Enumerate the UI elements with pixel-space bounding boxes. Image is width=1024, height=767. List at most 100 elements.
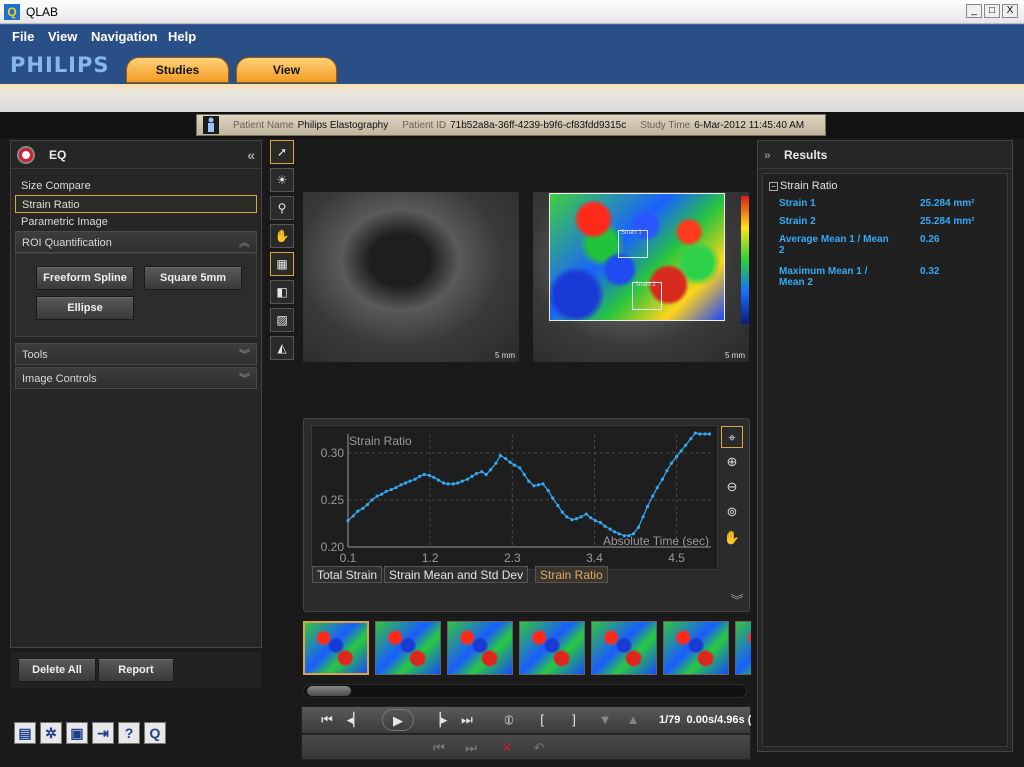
save-icon[interactable]: ▣: [66, 722, 88, 744]
thumbnail[interactable]: [375, 621, 441, 675]
close-button[interactable]: X: [1002, 4, 1018, 18]
person-icon: [203, 116, 219, 134]
data-point: [622, 534, 626, 538]
data-point: [403, 481, 408, 485]
data-point: [679, 449, 683, 453]
maximize-button[interactable]: □: [984, 4, 1000, 18]
data-point: [584, 512, 588, 516]
minimize-button[interactable]: _: [966, 4, 982, 18]
x-tick-label: 3.4: [586, 551, 603, 565]
square-5mm-button[interactable]: Square 5mm: [144, 266, 242, 290]
data-point: [631, 532, 635, 536]
thumbnail[interactable]: [519, 621, 585, 675]
invert-tool-icon[interactable]: ▨: [270, 308, 294, 332]
data-point: [351, 514, 355, 518]
results-group[interactable]: − Strain Ratio: [769, 180, 837, 192]
freeform-spline-button[interactable]: Freeform Spline: [36, 266, 134, 290]
crosshair-icon[interactable]: ⌖: [721, 426, 743, 448]
mark-in-icon[interactable]: [: [534, 707, 550, 733]
expand-results-icon[interactable]: »: [764, 141, 771, 169]
colormap-tool-icon[interactable]: ◧: [270, 280, 294, 304]
next-marker-icon[interactable]: ⏭: [460, 735, 482, 761]
data-point: [574, 517, 579, 521]
chevron-up-icon: ︽: [239, 237, 250, 249]
zoom-reset-icon[interactable]: ⊚: [721, 501, 743, 523]
tab-total-strain[interactable]: Total Strain: [312, 566, 383, 583]
thumbnail[interactable]: [735, 621, 751, 675]
menu-navigation[interactable]: Navigation: [91, 29, 157, 44]
step-back-icon[interactable]: ◂▏: [344, 707, 366, 733]
zoom-in-icon[interactable]: ⊕: [721, 451, 743, 473]
ellipse-button[interactable]: Ellipse: [36, 296, 134, 320]
data-point: [356, 509, 360, 513]
tab-studies[interactable]: Studies: [126, 57, 229, 83]
qlab-icon[interactable]: Q: [144, 722, 166, 744]
strain-ratio-chart[interactable]: 0.20 0.25 0.30 0.1 1.2 2.3 3.4 4.5 Strain Ratio A…: [311, 425, 718, 570]
section-image-controls[interactable]: Image Controls ︾: [15, 367, 257, 389]
data-point: [484, 472, 488, 477]
flip-tool-icon[interactable]: ◭: [270, 336, 294, 360]
tab-strain-ratio[interactable]: Strain Ratio: [535, 566, 608, 583]
data-point: [422, 472, 426, 477]
report-button[interactable]: Report: [98, 658, 174, 682]
menu-file[interactable]: File: [12, 29, 34, 44]
data-point: [556, 503, 560, 508]
thumbnail[interactable]: [591, 621, 657, 675]
list-item-strain-ratio[interactable]: Strain Ratio: [15, 195, 257, 213]
gears-icon[interactable]: ✲: [40, 722, 62, 744]
section-roi-quantification[interactable]: ROI Quantification ︽: [15, 231, 257, 253]
collapse-left-icon[interactable]: «: [247, 147, 255, 163]
down-arrow-icon[interactable]: ▼: [596, 707, 614, 733]
thumbnail-scrollbar[interactable]: [303, 684, 747, 698]
play-icon[interactable]: ▶: [382, 709, 414, 731]
bmode-image[interactable]: 5 mm: [303, 192, 519, 362]
delete-marker-icon[interactable]: ✕: [496, 735, 518, 761]
list-item-parametric-image[interactable]: Parametric Image: [15, 213, 257, 231]
tab-view[interactable]: View: [236, 57, 337, 83]
list-item-size-compare[interactable]: Size Compare: [15, 177, 257, 195]
prev-marker-icon[interactable]: ⏮: [428, 735, 450, 761]
patient-info-bar: Patient Name Philips Elastography Patien…: [196, 114, 826, 136]
data-point: [551, 496, 555, 500]
mark-out-icon[interactable]: ]: [566, 707, 582, 733]
first-frame-icon[interactable]: ⏮: [316, 707, 338, 733]
data-point: [451, 482, 455, 486]
result-value: 0.32: [920, 266, 940, 277]
data-point: [707, 432, 712, 436]
delete-all-button[interactable]: Delete All: [18, 658, 96, 682]
result-label: Strain 2: [779, 216, 816, 227]
menu-view[interactable]: View: [48, 29, 77, 44]
menu-help[interactable]: Help: [168, 29, 196, 44]
layout-tool-icon[interactable]: ▦: [270, 252, 294, 276]
film-icon[interactable]: ▤: [14, 722, 36, 744]
bottom-toolbar: ▤ ✲ ▣ ⇥ ? Q: [14, 722, 166, 744]
up-arrow-icon[interactable]: ▲: [624, 707, 642, 733]
thumbnail[interactable]: [663, 621, 729, 675]
data-point: [689, 437, 693, 441]
help-icon[interactable]: ?: [118, 722, 140, 744]
collapse-group-icon[interactable]: −: [769, 182, 778, 191]
pan-tool-icon[interactable]: ✋: [270, 224, 294, 248]
x-tick-label: 1.2: [422, 551, 439, 565]
scrollbar-thumb[interactable]: [307, 686, 351, 696]
thumbnail[interactable]: [447, 621, 513, 675]
roi-strain-2[interactable]: Strain 2: [632, 282, 662, 310]
data-point: [641, 515, 645, 519]
zoom-out-icon[interactable]: ⊖: [721, 476, 743, 498]
undo-icon[interactable]: ↶: [528, 735, 550, 761]
tab-strain-mean-std[interactable]: Strain Mean and Std Dev: [384, 566, 529, 583]
roi-strain-1[interactable]: Strain 1: [618, 230, 648, 258]
thumbnail[interactable]: [303, 621, 369, 675]
elastography-overlay[interactable]: Strain 1 Strain 2: [549, 193, 725, 321]
split-icon[interactable]: ⦶: [498, 707, 520, 733]
chevron-down-icon[interactable]: ︾: [726, 590, 748, 612]
pointer-tool-icon[interactable]: ➚: [270, 140, 294, 164]
step-forward-icon[interactable]: ▕▸: [428, 707, 450, 733]
magnify-tool-icon[interactable]: ⚲: [270, 196, 294, 220]
patient-name: Philips Elastography: [297, 119, 389, 131]
brightness-tool-icon[interactable]: ☀: [270, 168, 294, 192]
exit-icon[interactable]: ⇥: [92, 722, 114, 744]
pan-hand-icon[interactable]: ✋: [721, 527, 743, 549]
last-frame-icon[interactable]: ⏭: [456, 707, 478, 733]
section-tools[interactable]: Tools ︾: [15, 343, 257, 365]
